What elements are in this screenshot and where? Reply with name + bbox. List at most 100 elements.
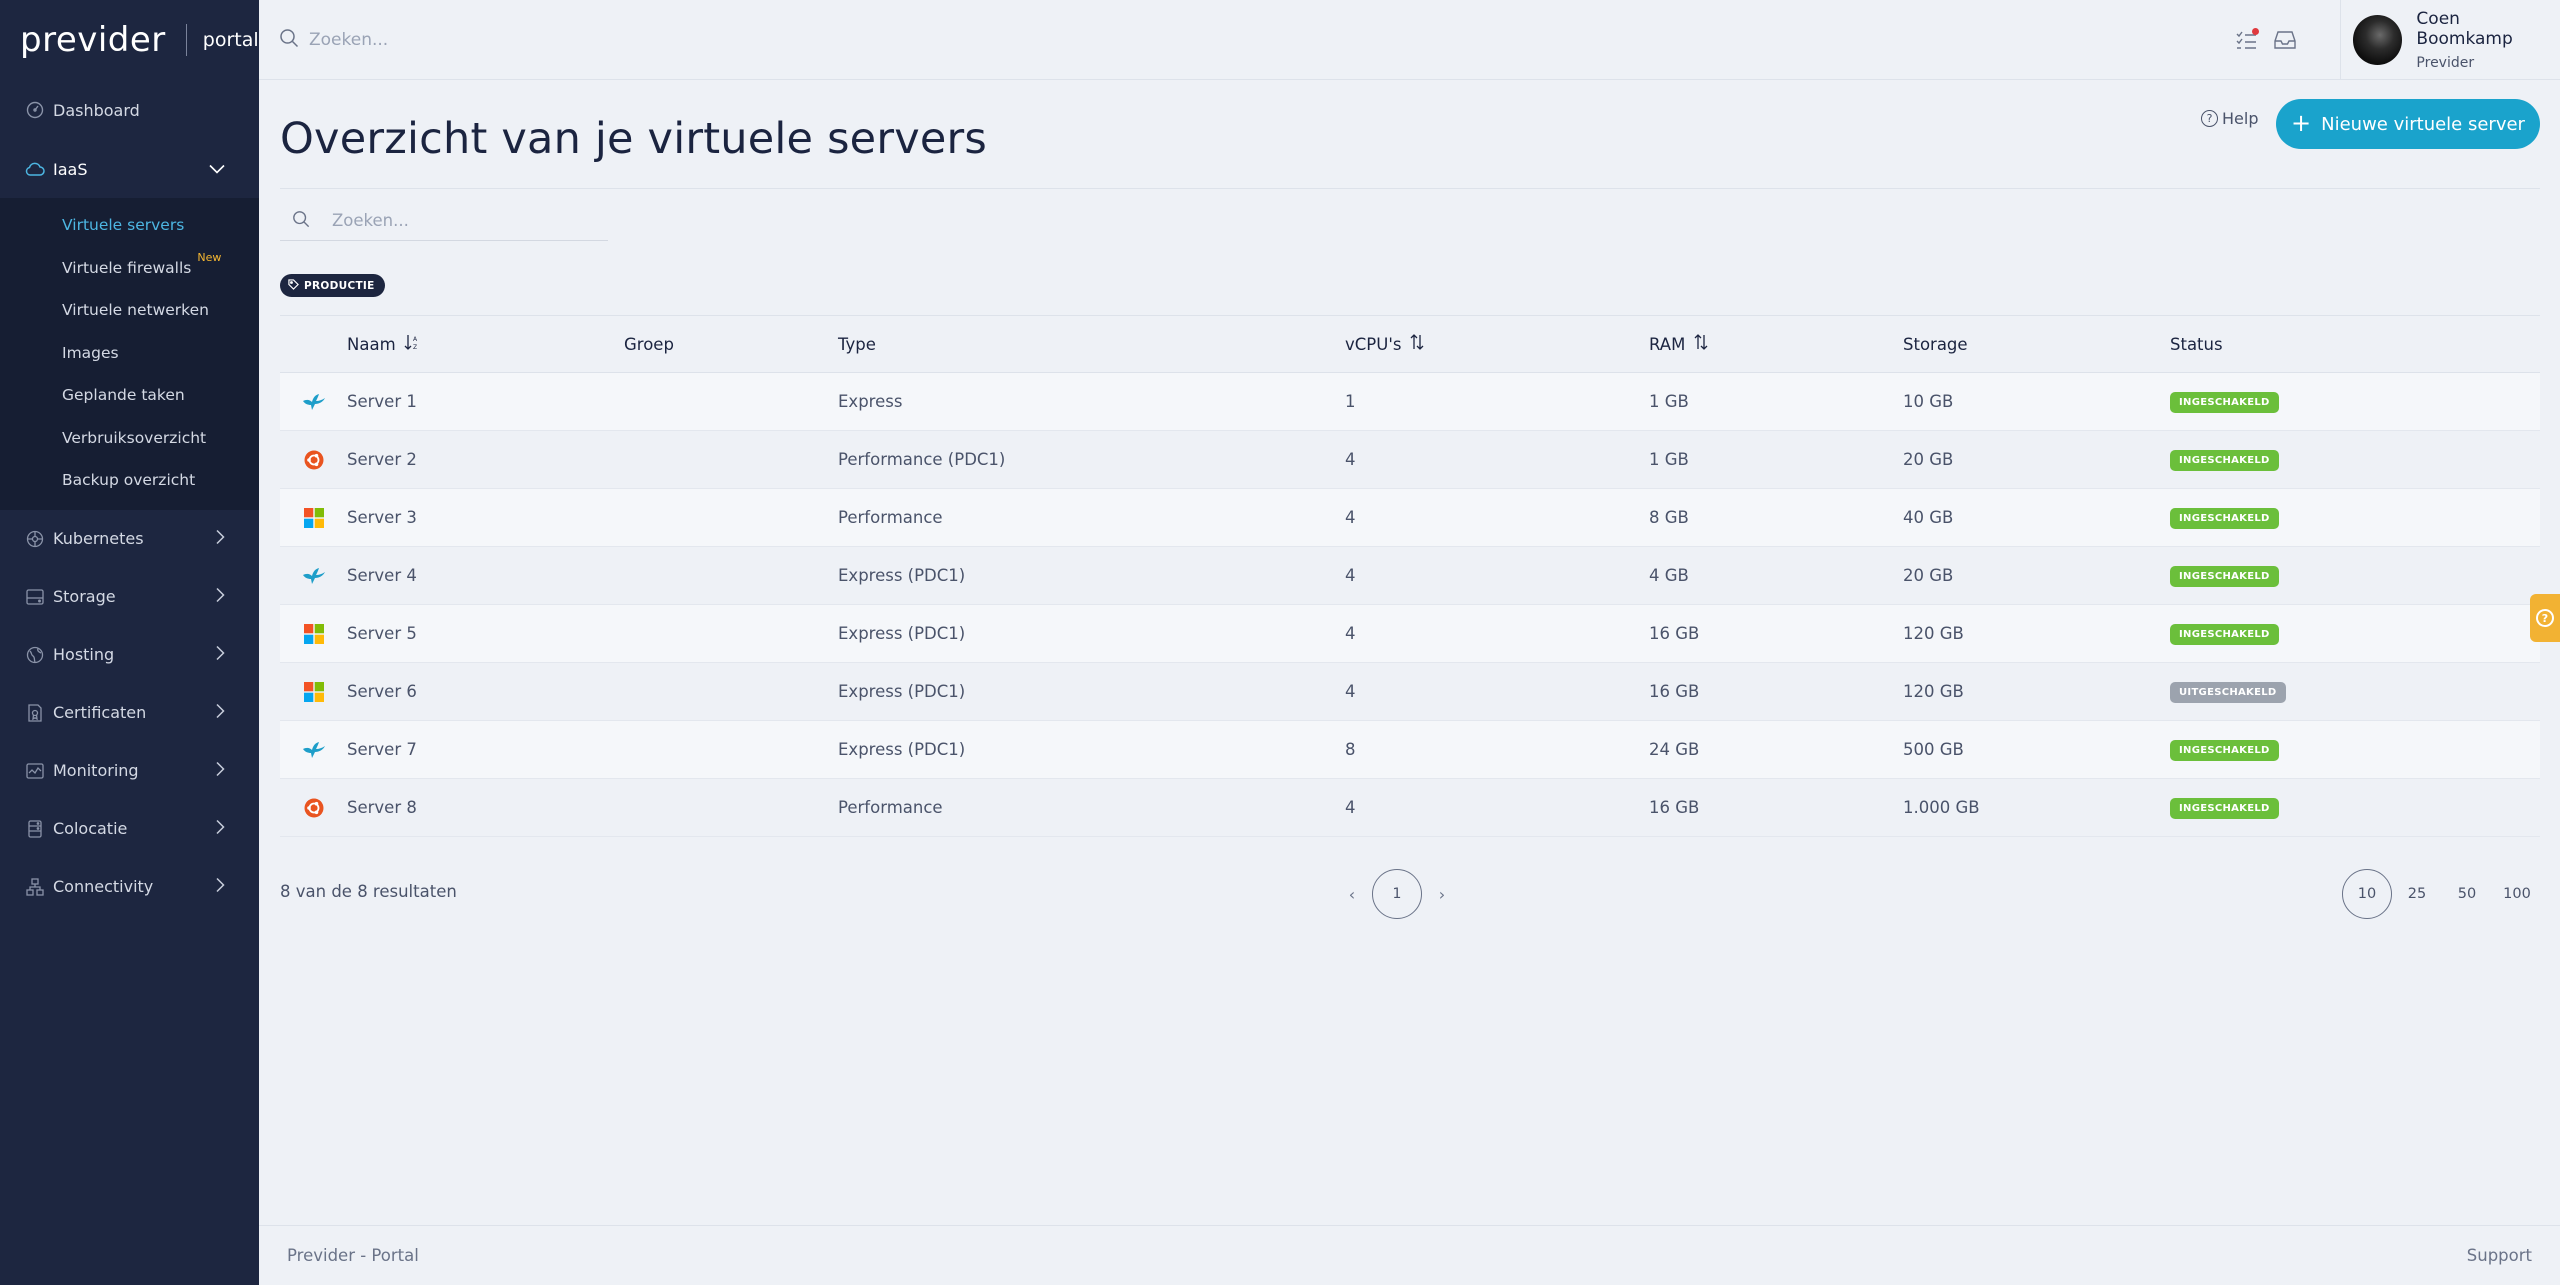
table-row[interactable]: Server 6 Express (PDC1) 4 16 GB 120 GB UITGES… <box>280 663 2540 721</box>
sidebar-item-colocatie[interactable]: Colocatie <box>0 800 259 858</box>
server-ram: 8 GB <box>1649 508 1689 527</box>
servers-table: Naam AZ Groep Type vCPU's RAM Storage St… <box>280 316 2540 837</box>
server-vcpu: 4 <box>1345 450 1356 469</box>
page-size-selector: 10 25 50 100 <box>2342 869 2542 919</box>
sidebar-item-backup-overzicht[interactable]: Backup overzicht <box>0 459 259 502</box>
help-link[interactable]: ? Help <box>2201 109 2258 128</box>
server-storage: 20 GB <box>1903 566 1954 585</box>
server-vcpu: 8 <box>1345 740 1356 759</box>
logo-row[interactable]: previder portal <box>0 0 259 80</box>
user-menu[interactable]: Coen Boomkamp Previder <box>2340 0 2560 80</box>
feedback-tab[interactable]: ? <box>2530 594 2560 642</box>
sidebar-item-virtuele-firewalls[interactable]: Virtuele firewalls New <box>0 247 259 290</box>
next-page-button[interactable]: › <box>1422 885 1462 904</box>
server-name: Server 3 <box>347 508 417 527</box>
table-row[interactable]: Server 8 Performance 4 16 GB 1.000 GB INGESCH… <box>280 779 2540 837</box>
windows-icon <box>280 681 347 702</box>
cloud-icon <box>25 159 45 179</box>
page-size-option[interactable]: 25 <box>2392 869 2442 919</box>
global-search <box>279 28 609 52</box>
portal-label: portal <box>202 29 259 51</box>
server-ram: 16 GB <box>1649 798 1700 817</box>
column-header-naam[interactable]: Naam AZ <box>347 334 624 354</box>
sidebar-item-dashboard[interactable]: Dashboard <box>0 80 259 140</box>
server-name: Server 2 <box>347 450 417 469</box>
server-type: Performance (PDC1) <box>838 450 1006 469</box>
column-header-ram[interactable]: RAM <box>1649 334 1903 354</box>
sidebar-item-label: Colocatie <box>53 819 128 838</box>
windows-icon <box>280 507 347 528</box>
server-name: Server 5 <box>347 624 417 643</box>
server-vcpu: 4 <box>1345 624 1356 643</box>
search-icon <box>292 210 310 232</box>
page-title: Overzicht van je virtuele servers <box>280 114 987 164</box>
tag-filter-productie[interactable]: PRODUCTIE <box>280 274 385 297</box>
server-vcpu: 1 <box>1345 392 1356 411</box>
server-storage: 120 GB <box>1903 624 1964 643</box>
column-header-status: Status <box>2170 334 2223 354</box>
plus-icon: + <box>2291 108 2312 137</box>
table-row[interactable]: Server 5 Express (PDC1) 4 16 GB 120 GB INGESC… <box>280 605 2540 663</box>
server-storage: 120 GB <box>1903 682 1964 701</box>
chevron-right-icon <box>216 819 225 838</box>
server-ram: 16 GB <box>1649 624 1700 643</box>
table-row[interactable]: Server 3 Performance 4 8 GB 40 GB INGESCHAKEL… <box>280 489 2540 547</box>
sidebar-item-verbruiksoverzicht[interactable]: Verbruiksoverzicht <box>0 417 259 460</box>
page-size-option[interactable]: 10 <box>2342 869 2392 919</box>
search-icon <box>279 28 299 52</box>
sidebar-item-connectivity[interactable]: Connectivity <box>0 858 259 916</box>
sidebar-item-iaas[interactable]: IaaS <box>0 140 259 198</box>
server-ram: 16 GB <box>1649 682 1700 701</box>
sidebar-item-label: Certificaten <box>53 703 147 722</box>
sidebar-item-virtuele-servers[interactable]: Virtuele servers <box>0 204 259 247</box>
column-header-vcpu[interactable]: vCPU's <box>1345 334 1649 354</box>
sidebar-item-certificaten[interactable]: Certificaten <box>0 684 259 742</box>
tag-label: PRODUCTIE <box>304 279 375 292</box>
column-header-type: Type <box>838 334 876 354</box>
sidebar: previder portal Dashboard IaaS Virtuele … <box>0 0 259 1285</box>
help-label: Help <box>2222 109 2259 128</box>
table-row[interactable]: Server 4 Express (PDC1) 4 4 GB 20 GB INGESCHA… <box>280 547 2540 605</box>
inbox-icon[interactable] <box>2272 27 2298 53</box>
status-cell: INGESCHAKELD <box>2170 448 2540 471</box>
sidebar-item-monitoring[interactable]: Monitoring <box>0 742 259 800</box>
server-storage: 40 GB <box>1903 508 1954 527</box>
tasks-icon[interactable] <box>2234 27 2260 53</box>
previder-logo[interactable]: previder <box>20 20 166 60</box>
user-name: Coen Boomkamp <box>2416 9 2513 49</box>
table-row[interactable]: Server 7 Express (PDC1) 8 24 GB 500 GB INGESC… <box>280 721 2540 779</box>
kubernetes-icon <box>25 529 45 549</box>
server-type: Express (PDC1) <box>838 682 966 701</box>
page-number-button[interactable]: 1 <box>1372 869 1422 919</box>
sidebar-item-hosting[interactable]: Hosting <box>0 626 259 684</box>
chevron-down-icon <box>209 160 225 179</box>
page-size-option[interactable]: 100 <box>2492 869 2542 919</box>
prev-page-button[interactable]: ‹ <box>1332 885 1372 904</box>
server-type: Express (PDC1) <box>838 566 966 585</box>
sidebar-item-images[interactable]: Images <box>0 332 259 375</box>
server-vcpu: 4 <box>1345 682 1356 701</box>
svg-text:Z: Z <box>413 344 417 350</box>
page-size-option[interactable]: 50 <box>2442 869 2492 919</box>
sidebar-item-geplande-taken[interactable]: Geplande taken <box>0 374 259 417</box>
server-name: Server 1 <box>347 392 417 411</box>
table-row[interactable]: Server 1 Express 1 1 GB 10 GB INGESCHAKELD <box>280 373 2540 431</box>
global-search-input[interactable] <box>309 30 609 50</box>
sidebar-item-kubernetes[interactable]: Kubernetes <box>0 510 259 568</box>
new-virtual-server-button[interactable]: + Nieuwe virtuele server <box>2276 99 2540 149</box>
support-link[interactable]: Support <box>2467 1246 2532 1265</box>
server-type: Express (PDC1) <box>838 624 966 643</box>
status-badge: INGESCHAKELD <box>2170 740 2279 761</box>
status-badge: INGESCHAKELD <box>2170 508 2279 529</box>
server-search-input[interactable] <box>332 211 592 230</box>
sidebar-item-virtuele-netwerken[interactable]: Virtuele netwerken <box>0 289 259 332</box>
column-header-storage: Storage <box>1903 334 1968 354</box>
status-badge: INGESCHAKELD <box>2170 798 2279 819</box>
table-row[interactable]: Server 2 Performance (PDC1) 4 1 GB 20 GB INGE… <box>280 431 2540 489</box>
bird-icon <box>280 393 347 411</box>
sidebar-item-storage[interactable]: Storage <box>0 568 259 626</box>
chevron-right-icon <box>216 761 225 780</box>
status-cell: UITGESCHAKELD <box>2170 680 2540 703</box>
help-icon: ? <box>2201 110 2218 127</box>
server-filter-search <box>280 201 608 241</box>
